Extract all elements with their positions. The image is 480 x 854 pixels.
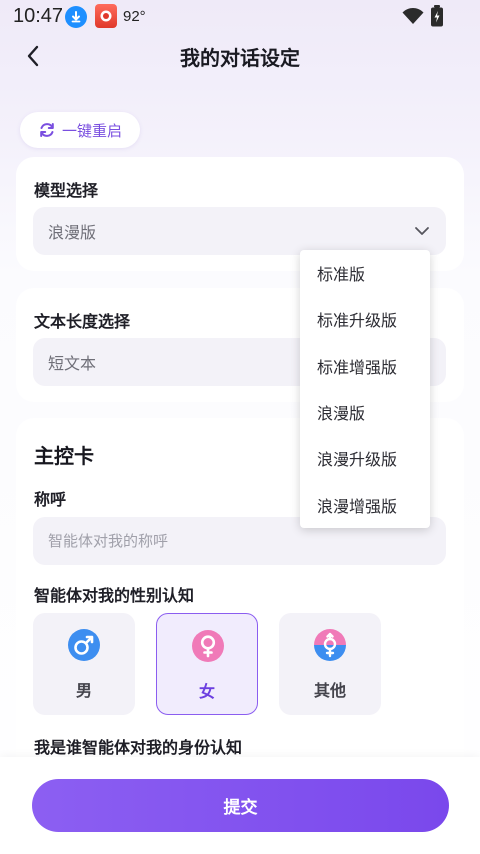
reset-button[interactable]: 一键重启 <box>20 112 140 148</box>
page-title: 我的对话设定 <box>180 46 300 70</box>
gender-label: 智能体对我的性别认知 <box>34 586 195 605</box>
identity-label: 我是谁智能体对我的身份认知 <box>34 738 243 757</box>
gender-option-label: 女 <box>198 682 215 701</box>
refresh-icon <box>40 123 54 137</box>
model-dropdown-menu: 标准版 标准升级版 标准增强版 浪漫版 浪漫升级版 浪漫增强版 <box>300 250 430 528</box>
model-select-value: 浪漫版 <box>48 223 97 242</box>
submit-button[interactable]: 提交 <box>32 779 449 832</box>
app-notification-icon <box>95 4 117 28</box>
dropdown-option[interactable]: 标准增强版 <box>300 343 430 389</box>
transgender-icon <box>314 629 346 661</box>
reset-label: 一键重启 <box>61 121 122 140</box>
text-length-select-value: 短文本 <box>48 354 97 373</box>
status-time: 10:47 <box>13 5 64 27</box>
bottom-bar: 提交 <box>0 757 480 854</box>
dropdown-option[interactable]: 浪漫增强版 <box>300 481 430 527</box>
wifi-icon <box>402 7 424 30</box>
gender-option-male[interactable]: 男 <box>33 613 135 715</box>
download-icon <box>65 6 87 28</box>
text-length-label: 文本长度选择 <box>34 312 131 331</box>
gender-option-label: 其他 <box>313 681 346 700</box>
dropdown-option[interactable]: 浪漫版 <box>300 389 430 435</box>
female-icon <box>192 630 224 662</box>
battery-icon <box>430 5 444 32</box>
status-temperature: 92° <box>123 8 146 25</box>
model-label: 模型选择 <box>34 181 99 200</box>
card-title: 主控卡 <box>34 444 94 468</box>
status-bar: 10:47 92° <box>0 0 480 34</box>
gender-option-female[interactable]: 女 <box>156 613 258 715</box>
model-select[interactable]: 浪漫版 <box>33 207 446 255</box>
chevron-down-icon <box>415 227 429 235</box>
submit-label: 提交 <box>223 798 258 818</box>
dropdown-option[interactable]: 标准升级版 <box>300 296 430 342</box>
nickname-label: 称呼 <box>34 490 67 509</box>
gender-option-other[interactable]: 其他 <box>279 613 381 715</box>
gender-option-label: 男 <box>75 681 92 700</box>
dropdown-option[interactable]: 浪漫升级版 <box>300 435 430 481</box>
dropdown-option[interactable]: 标准版 <box>300 250 430 296</box>
male-icon <box>68 629 100 661</box>
